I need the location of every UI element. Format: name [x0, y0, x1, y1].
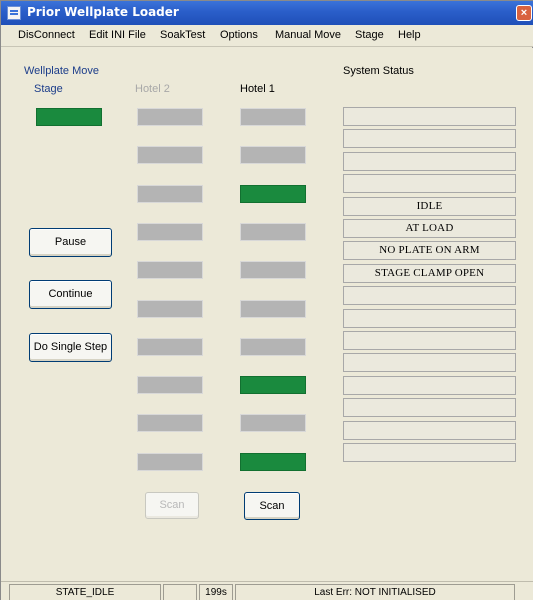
title-bar: Prior Wellplate Loader × — [1, 1, 533, 25]
system-status-label: System Status — [343, 65, 414, 77]
status-line — [343, 398, 516, 417]
status-bar: STATE_IDLE 199s Last Err: NOT INITIALISE… — [1, 581, 533, 600]
pause-button[interactable]: Pause — [29, 228, 112, 257]
status-blank-cell — [163, 584, 197, 600]
status-line: NO PLATE ON ARM — [343, 241, 516, 260]
hotel2-slot — [137, 338, 203, 356]
status-line — [343, 286, 516, 305]
app-icon — [7, 6, 21, 20]
state-indicator: STATE_IDLE — [9, 584, 161, 600]
continue-button[interactable]: Continue — [29, 280, 112, 309]
window-title: Prior Wellplate Loader — [27, 5, 179, 19]
wellplate-move-label: Wellplate Move — [24, 65, 99, 77]
hotel1-slot — [240, 338, 306, 356]
hotel1-slot — [240, 414, 306, 432]
menu-soaktest[interactable]: SoakTest — [160, 29, 205, 41]
hotel1-slot — [240, 300, 306, 318]
menu-help[interactable]: Help — [398, 29, 421, 41]
app-window: Prior Wellplate Loader × DisConnect Edit… — [0, 0, 533, 600]
hotel1-slot — [240, 185, 306, 203]
hotel2-slot — [137, 185, 203, 203]
menu-stage[interactable]: Stage — [355, 29, 384, 41]
menu-disconnect[interactable]: DisConnect — [18, 29, 75, 41]
status-line — [343, 174, 516, 193]
status-line — [343, 376, 516, 395]
hotel2-slot — [137, 261, 203, 279]
stage-label: Stage — [34, 83, 63, 95]
menu-edit-ini-file[interactable]: Edit INI File — [89, 29, 146, 41]
hotel2-slot — [137, 300, 203, 318]
hotel2-slot — [137, 223, 203, 241]
single-step-button[interactable]: Do Single Step — [29, 333, 112, 362]
status-line — [343, 309, 516, 328]
status-line — [343, 107, 516, 126]
hotel2-label: Hotel 2 — [135, 83, 170, 95]
menu-options[interactable]: Options — [220, 29, 258, 41]
hotel1-slot — [240, 453, 306, 471]
stage-slot — [36, 108, 102, 126]
status-line — [343, 129, 516, 148]
hotel2-slot — [137, 453, 203, 471]
hotel2-slot — [137, 376, 203, 394]
status-line — [343, 331, 516, 350]
hotel1-label: Hotel 1 — [240, 83, 275, 95]
status-line — [343, 443, 516, 462]
main-panel: Wellplate Move Stage Hotel 2 Hotel 1 Sys… — [1, 48, 533, 581]
hotel1-slot — [240, 223, 306, 241]
status-line: STAGE CLAMP OPEN — [343, 264, 516, 283]
last-error: Last Err: NOT INITIALISED — [235, 584, 515, 600]
hotel1-slot — [240, 376, 306, 394]
hotel1-slot — [240, 146, 306, 164]
status-line: IDLE — [343, 197, 516, 216]
hotel2-slot — [137, 108, 203, 126]
hotel1-slot — [240, 261, 306, 279]
status-line — [343, 421, 516, 440]
menu-bar: DisConnect Edit INI File SoakTest Option… — [1, 25, 533, 47]
scan-hotel1-button[interactable]: Scan — [244, 492, 300, 520]
hotel2-slot — [137, 414, 203, 432]
menu-manual-move[interactable]: Manual Move — [275, 29, 341, 41]
elapsed-time: 199s — [199, 584, 233, 600]
close-icon[interactable]: × — [516, 5, 532, 21]
status-line — [343, 152, 516, 171]
status-line — [343, 353, 516, 372]
hotel2-slot — [137, 146, 203, 164]
scan-hotel2-button[interactable]: Scan — [145, 492, 199, 519]
status-line: AT LOAD — [343, 219, 516, 238]
hotel1-slot — [240, 108, 306, 126]
